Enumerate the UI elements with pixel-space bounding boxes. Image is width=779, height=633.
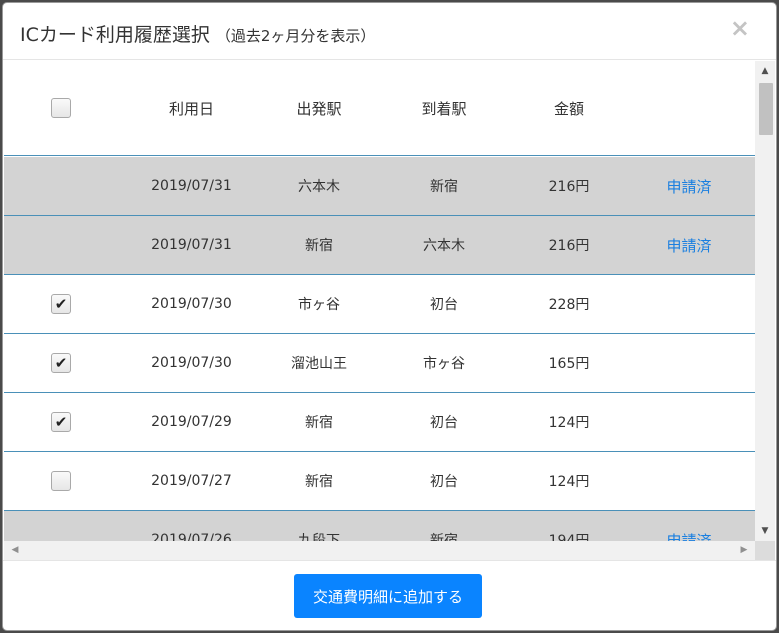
table-row: 2019/07/31 新宿 六本木 216円 申請済 <box>4 216 755 275</box>
cell-departure: 新宿 <box>305 474 333 490</box>
scroll-left-icon[interactable]: ◀ <box>7 541 23 560</box>
cell-amount: 124円 <box>548 474 590 490</box>
header-date: 利用日 <box>168 99 214 118</box>
modal-title-text: ICカード利用履歴選択 <box>20 24 210 46</box>
cell-amount: 216円 <box>548 238 590 254</box>
scroll-down-icon[interactable]: ▼ <box>755 523 775 539</box>
cell-amount: 216円 <box>548 179 590 195</box>
modal-title: ICカード利用履歴選択 （過去2ヶ月分を表示） <box>20 20 375 47</box>
table-row[interactable]: ✔ 2019/07/30 溜池山王 市ヶ谷 165円 <box>4 334 755 393</box>
cell-date: 2019/07/30 <box>151 355 232 371</box>
cell-status[interactable]: 申請済 <box>634 157 744 215</box>
cell-departure: 九段下 <box>298 533 340 541</box>
cell-amount: 194円 <box>548 533 590 541</box>
check-icon: ✔ <box>54 294 68 313</box>
history-scroll-area[interactable]: 利用日 出発駅 到着駅 金額 2019/07/31 六本木 新宿 216円 申請済 201… <box>4 61 775 560</box>
modal-subtitle: （過去2ヶ月分を表示） <box>215 27 376 45</box>
cell-amount: 228円 <box>548 297 590 313</box>
cell-arrival: 初台 <box>430 415 458 431</box>
row-checkbox[interactable]: ✔ <box>51 294 71 314</box>
cell-arrival: 新宿 <box>430 179 458 195</box>
cell-date: 2019/07/27 <box>151 473 232 489</box>
cell-date: 2019/07/30 <box>151 296 232 312</box>
cell-arrival: 新宿 <box>430 533 458 541</box>
scrollbar-corner <box>755 541 775 560</box>
cell-departure: 新宿 <box>305 238 333 254</box>
cell-departure: 溜池山王 <box>291 356 347 372</box>
cell-amount: 165円 <box>548 356 590 372</box>
cell-arrival: 六本木 <box>423 238 465 254</box>
modal-header: ICカード利用履歴選択 （過去2ヶ月分を表示） × <box>3 3 776 60</box>
close-icon[interactable]: × <box>730 16 750 40</box>
cell-status <box>634 452 744 510</box>
table-row[interactable]: ✔ 2019/07/29 新宿 初台 124円 <box>4 393 755 452</box>
cell-status <box>634 334 744 392</box>
cell-date: 2019/07/31 <box>151 178 232 194</box>
cell-arrival: 初台 <box>430 474 458 490</box>
history-table: 利用日 出発駅 到着駅 金額 2019/07/31 六本木 新宿 216円 申請済 201… <box>4 61 755 541</box>
table-header: 利用日 出発駅 到着駅 金額 <box>4 61 755 156</box>
cell-date: 2019/07/26 <box>151 532 232 541</box>
cell-arrival: 市ヶ谷 <box>423 356 465 372</box>
table-row[interactable]: 2019/07/27 新宿 初台 124円 <box>4 452 755 511</box>
row-checkbox[interactable]: ✔ <box>51 412 71 432</box>
header-departure: 出発駅 <box>296 99 342 118</box>
table-row: 2019/07/31 六本木 新宿 216円 申請済 <box>4 157 755 216</box>
cell-amount: 124円 <box>548 415 590 431</box>
ic-card-history-modal: ICカード利用履歴選択 （過去2ヶ月分を表示） × 利用日 出発駅 到着駅 金額 … <box>2 2 777 631</box>
cell-departure: 市ヶ谷 <box>298 297 340 313</box>
scroll-thumb[interactable] <box>759 83 773 135</box>
vertical-scrollbar[interactable]: ▲ ▼ <box>755 61 775 541</box>
add-to-expense-button[interactable]: 交通費明細に追加する <box>294 574 482 618</box>
cell-status[interactable]: 申請済 <box>634 511 744 542</box>
header-amount: 金額 <box>553 99 584 118</box>
scroll-up-icon[interactable]: ▲ <box>755 63 775 79</box>
table-row: 2019/07/26 九段下 新宿 194円 申請済 <box>4 511 755 541</box>
cell-departure: 新宿 <box>305 415 333 431</box>
cell-status <box>634 275 744 333</box>
modal-footer: 交通費明細に追加する <box>3 560 776 630</box>
check-icon: ✔ <box>54 412 68 431</box>
cell-status[interactable]: 申請済 <box>634 216 744 274</box>
header-arrival: 到着駅 <box>421 99 467 118</box>
cell-date: 2019/07/29 <box>151 414 232 430</box>
cell-arrival: 初台 <box>430 297 458 313</box>
table-row[interactable]: ✔ 2019/07/30 市ヶ谷 初台 228円 <box>4 275 755 334</box>
cell-date: 2019/07/31 <box>151 237 232 253</box>
horizontal-scrollbar[interactable]: ◀ ▶ <box>4 541 755 560</box>
select-all-checkbox[interactable] <box>51 98 71 118</box>
cell-departure: 六本木 <box>298 179 340 195</box>
row-checkbox[interactable]: ✔ <box>51 353 71 373</box>
row-checkbox[interactable] <box>51 471 71 491</box>
scroll-right-icon[interactable]: ▶ <box>736 541 752 560</box>
cell-status <box>634 393 744 451</box>
check-icon: ✔ <box>54 353 68 372</box>
